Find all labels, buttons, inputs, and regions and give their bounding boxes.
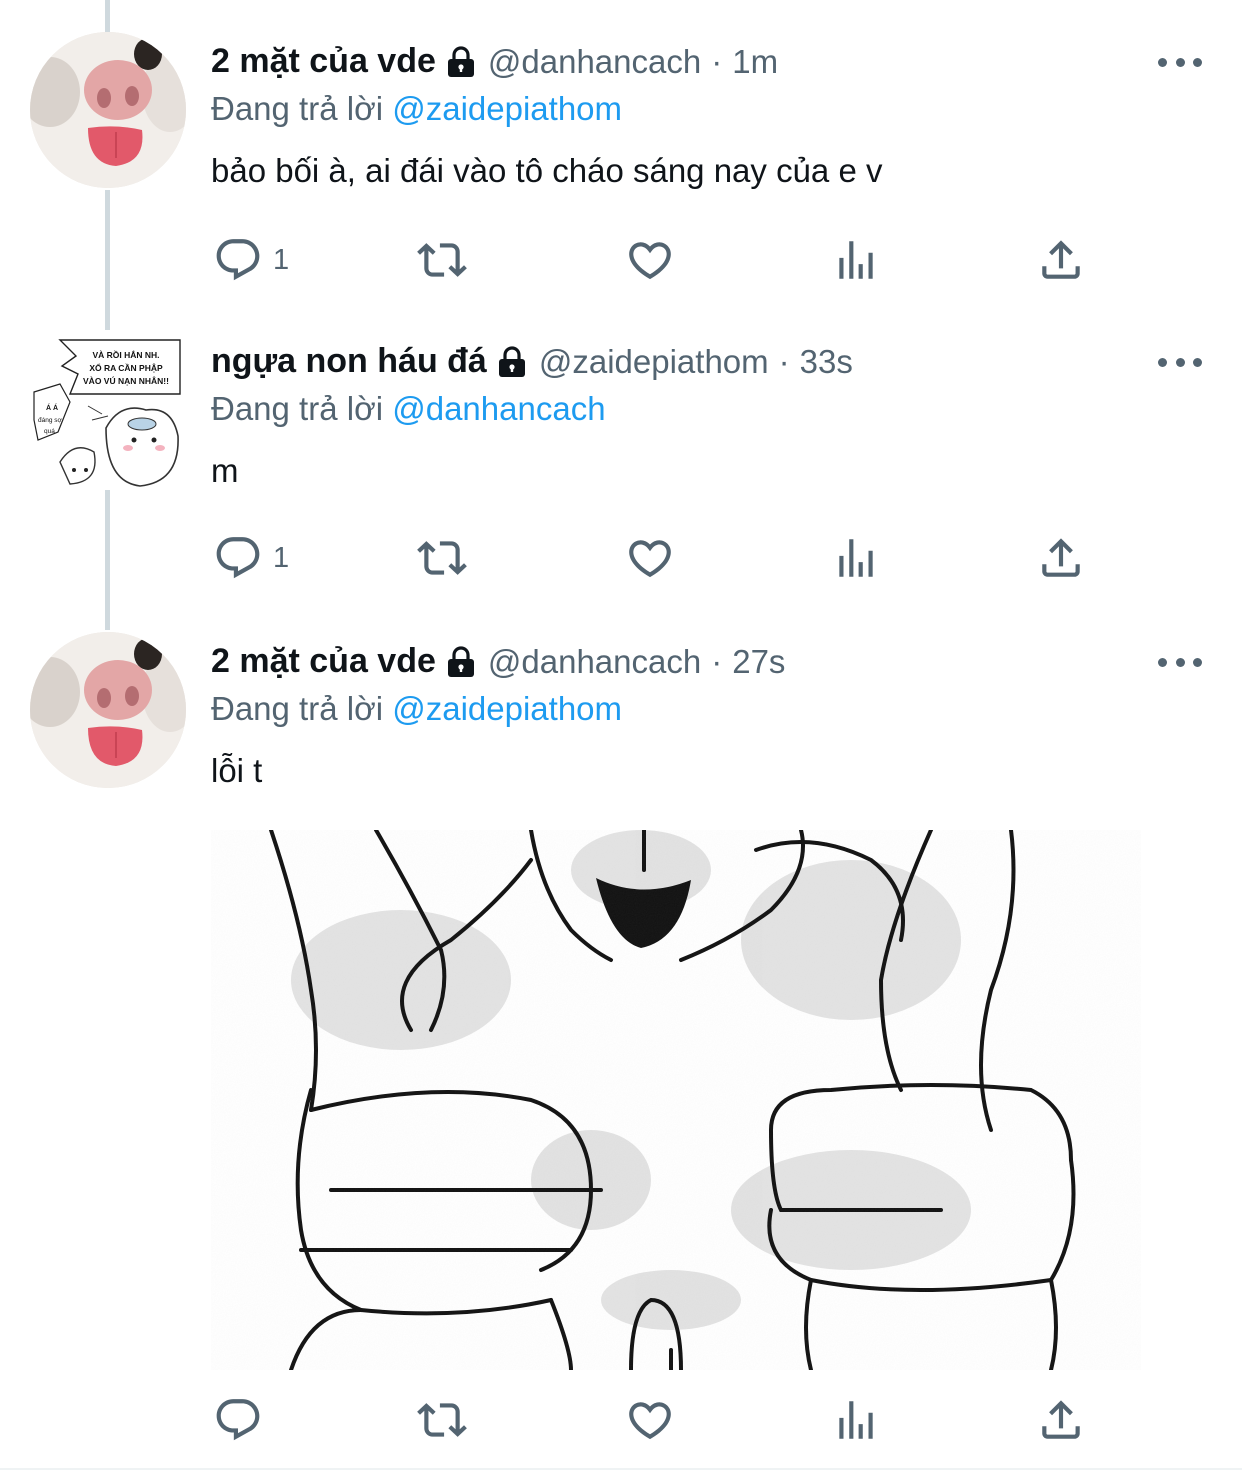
avatar-caption: XỔ RA CẦN PHẬP bbox=[89, 362, 163, 373]
retweet-button[interactable] bbox=[417, 530, 467, 586]
replying-to: Đang trả lời @zaidepiathom bbox=[211, 90, 622, 128]
display-name[interactable]: ngựa non háu đá bbox=[211, 342, 487, 381]
share-icon bbox=[1042, 538, 1080, 577]
divider bbox=[0, 1468, 1242, 1470]
separator: · bbox=[711, 642, 723, 680]
replying-to: Đang trả lời @danhancach bbox=[211, 390, 606, 428]
tweet-text: lỗi t bbox=[211, 752, 263, 789]
lock-icon bbox=[446, 45, 476, 78]
avatar[interactable] bbox=[30, 32, 186, 188]
handle[interactable]: @danhancach bbox=[488, 43, 701, 81]
reply-mention[interactable]: @danhancach bbox=[392, 390, 605, 427]
like-icon bbox=[629, 1402, 671, 1440]
tweet-header: 2 mặt của vde @danhancach · 27s bbox=[211, 642, 785, 681]
reply-prefix: Đang trả lời bbox=[211, 690, 384, 727]
thread-line bbox=[105, 0, 110, 32]
share-icon bbox=[1042, 240, 1080, 279]
tweet[interactable]: VÀ RỒI HẮN NH. XỔ RA CẦN PHẬP VÀO VÚ NẠN… bbox=[0, 330, 1242, 620]
reply-count: 1 bbox=[273, 243, 290, 276]
avatar[interactable] bbox=[30, 632, 186, 788]
replying-to: Đang trả lời @zaidepiathom bbox=[211, 690, 622, 728]
avatar-caption: đáng sợ bbox=[38, 417, 63, 424]
reply-icon bbox=[216, 537, 260, 579]
like-button[interactable] bbox=[625, 530, 675, 586]
reply-mention[interactable]: @zaidepiathom bbox=[392, 690, 622, 727]
timestamp[interactable]: 1m bbox=[732, 43, 778, 81]
analytics-button[interactable] bbox=[831, 232, 881, 288]
action-bar bbox=[0, 1392, 1242, 1452]
reply-button[interactable]: 1 bbox=[213, 530, 289, 586]
tweet[interactable]: 2 mặt của vde @danhancach · 27s Đang trả… bbox=[0, 630, 1242, 1470]
avatar[interactable]: VÀ RỒI HẮN NH. XỔ RA CẦN PHẬP VÀO VÚ NẠN… bbox=[30, 332, 186, 488]
hands-drawing-image[interactable] bbox=[211, 830, 1141, 1370]
retweet-icon bbox=[417, 1403, 467, 1437]
reply-count: 1 bbox=[273, 541, 290, 574]
action-bar: 1 bbox=[0, 232, 1242, 292]
timestamp[interactable]: 27s bbox=[732, 643, 785, 681]
action-bar: 1 bbox=[0, 530, 1242, 590]
tweet-text: m bbox=[211, 452, 239, 489]
handle[interactable]: @danhancach bbox=[488, 643, 701, 681]
tweet-header: ngựa non háu đá @zaidepiathom · 33s bbox=[211, 342, 853, 381]
timestamp[interactable]: 33s bbox=[800, 343, 853, 381]
lock-icon bbox=[497, 345, 527, 378]
tweet-text: bảo bối à, ai đái vào tô cháo sáng nay c… bbox=[211, 152, 883, 189]
reply-icon bbox=[216, 239, 260, 281]
retweet-button[interactable] bbox=[417, 232, 467, 288]
retweet-icon bbox=[417, 243, 467, 277]
avatar-caption: quá bbox=[44, 428, 55, 435]
display-name[interactable]: 2 mặt của vde bbox=[211, 42, 436, 81]
more-icon[interactable] bbox=[1158, 652, 1202, 672]
analytics-icon bbox=[839, 241, 873, 279]
handle[interactable]: @zaidepiathom bbox=[539, 343, 769, 381]
share-icon bbox=[1042, 1400, 1080, 1439]
analytics-button[interactable] bbox=[831, 1392, 881, 1448]
like-icon bbox=[629, 540, 671, 578]
separator: · bbox=[711, 42, 723, 80]
analytics-icon bbox=[839, 1401, 873, 1439]
retweet-button[interactable] bbox=[417, 1392, 467, 1448]
more-icon[interactable] bbox=[1158, 52, 1202, 72]
tweet-header: 2 mặt của vde @danhancach · 1m bbox=[211, 42, 778, 81]
share-button[interactable] bbox=[1036, 1392, 1086, 1448]
reply-prefix: Đang trả lời bbox=[211, 390, 384, 427]
like-button[interactable] bbox=[625, 1392, 675, 1448]
reply-icon bbox=[216, 1399, 260, 1441]
reply-mention[interactable]: @zaidepiathom bbox=[392, 90, 622, 127]
display-name[interactable]: 2 mặt của vde bbox=[211, 642, 436, 681]
like-button[interactable] bbox=[625, 232, 675, 288]
share-button[interactable] bbox=[1036, 530, 1086, 586]
analytics-button[interactable] bbox=[831, 530, 881, 586]
reply-button[interactable]: 1 bbox=[213, 232, 289, 288]
retweet-icon bbox=[417, 541, 467, 575]
analytics-icon bbox=[839, 539, 873, 577]
avatar-caption: Á Á bbox=[46, 403, 58, 412]
like-icon bbox=[629, 242, 671, 280]
separator: · bbox=[778, 342, 790, 380]
tweet[interactable]: 2 mặt của vde @danhancach · 1m Đang trả … bbox=[0, 30, 1242, 320]
lock-icon bbox=[446, 645, 476, 678]
more-icon[interactable] bbox=[1158, 352, 1202, 372]
avatar-caption: VÀ RỒI HẮN NH. bbox=[92, 349, 159, 360]
avatar-caption: VÀO VÚ NẠN NHÂN!! bbox=[83, 375, 169, 386]
reply-button[interactable] bbox=[213, 1392, 273, 1448]
share-button[interactable] bbox=[1036, 232, 1086, 288]
reply-prefix: Đang trả lời bbox=[211, 90, 384, 127]
